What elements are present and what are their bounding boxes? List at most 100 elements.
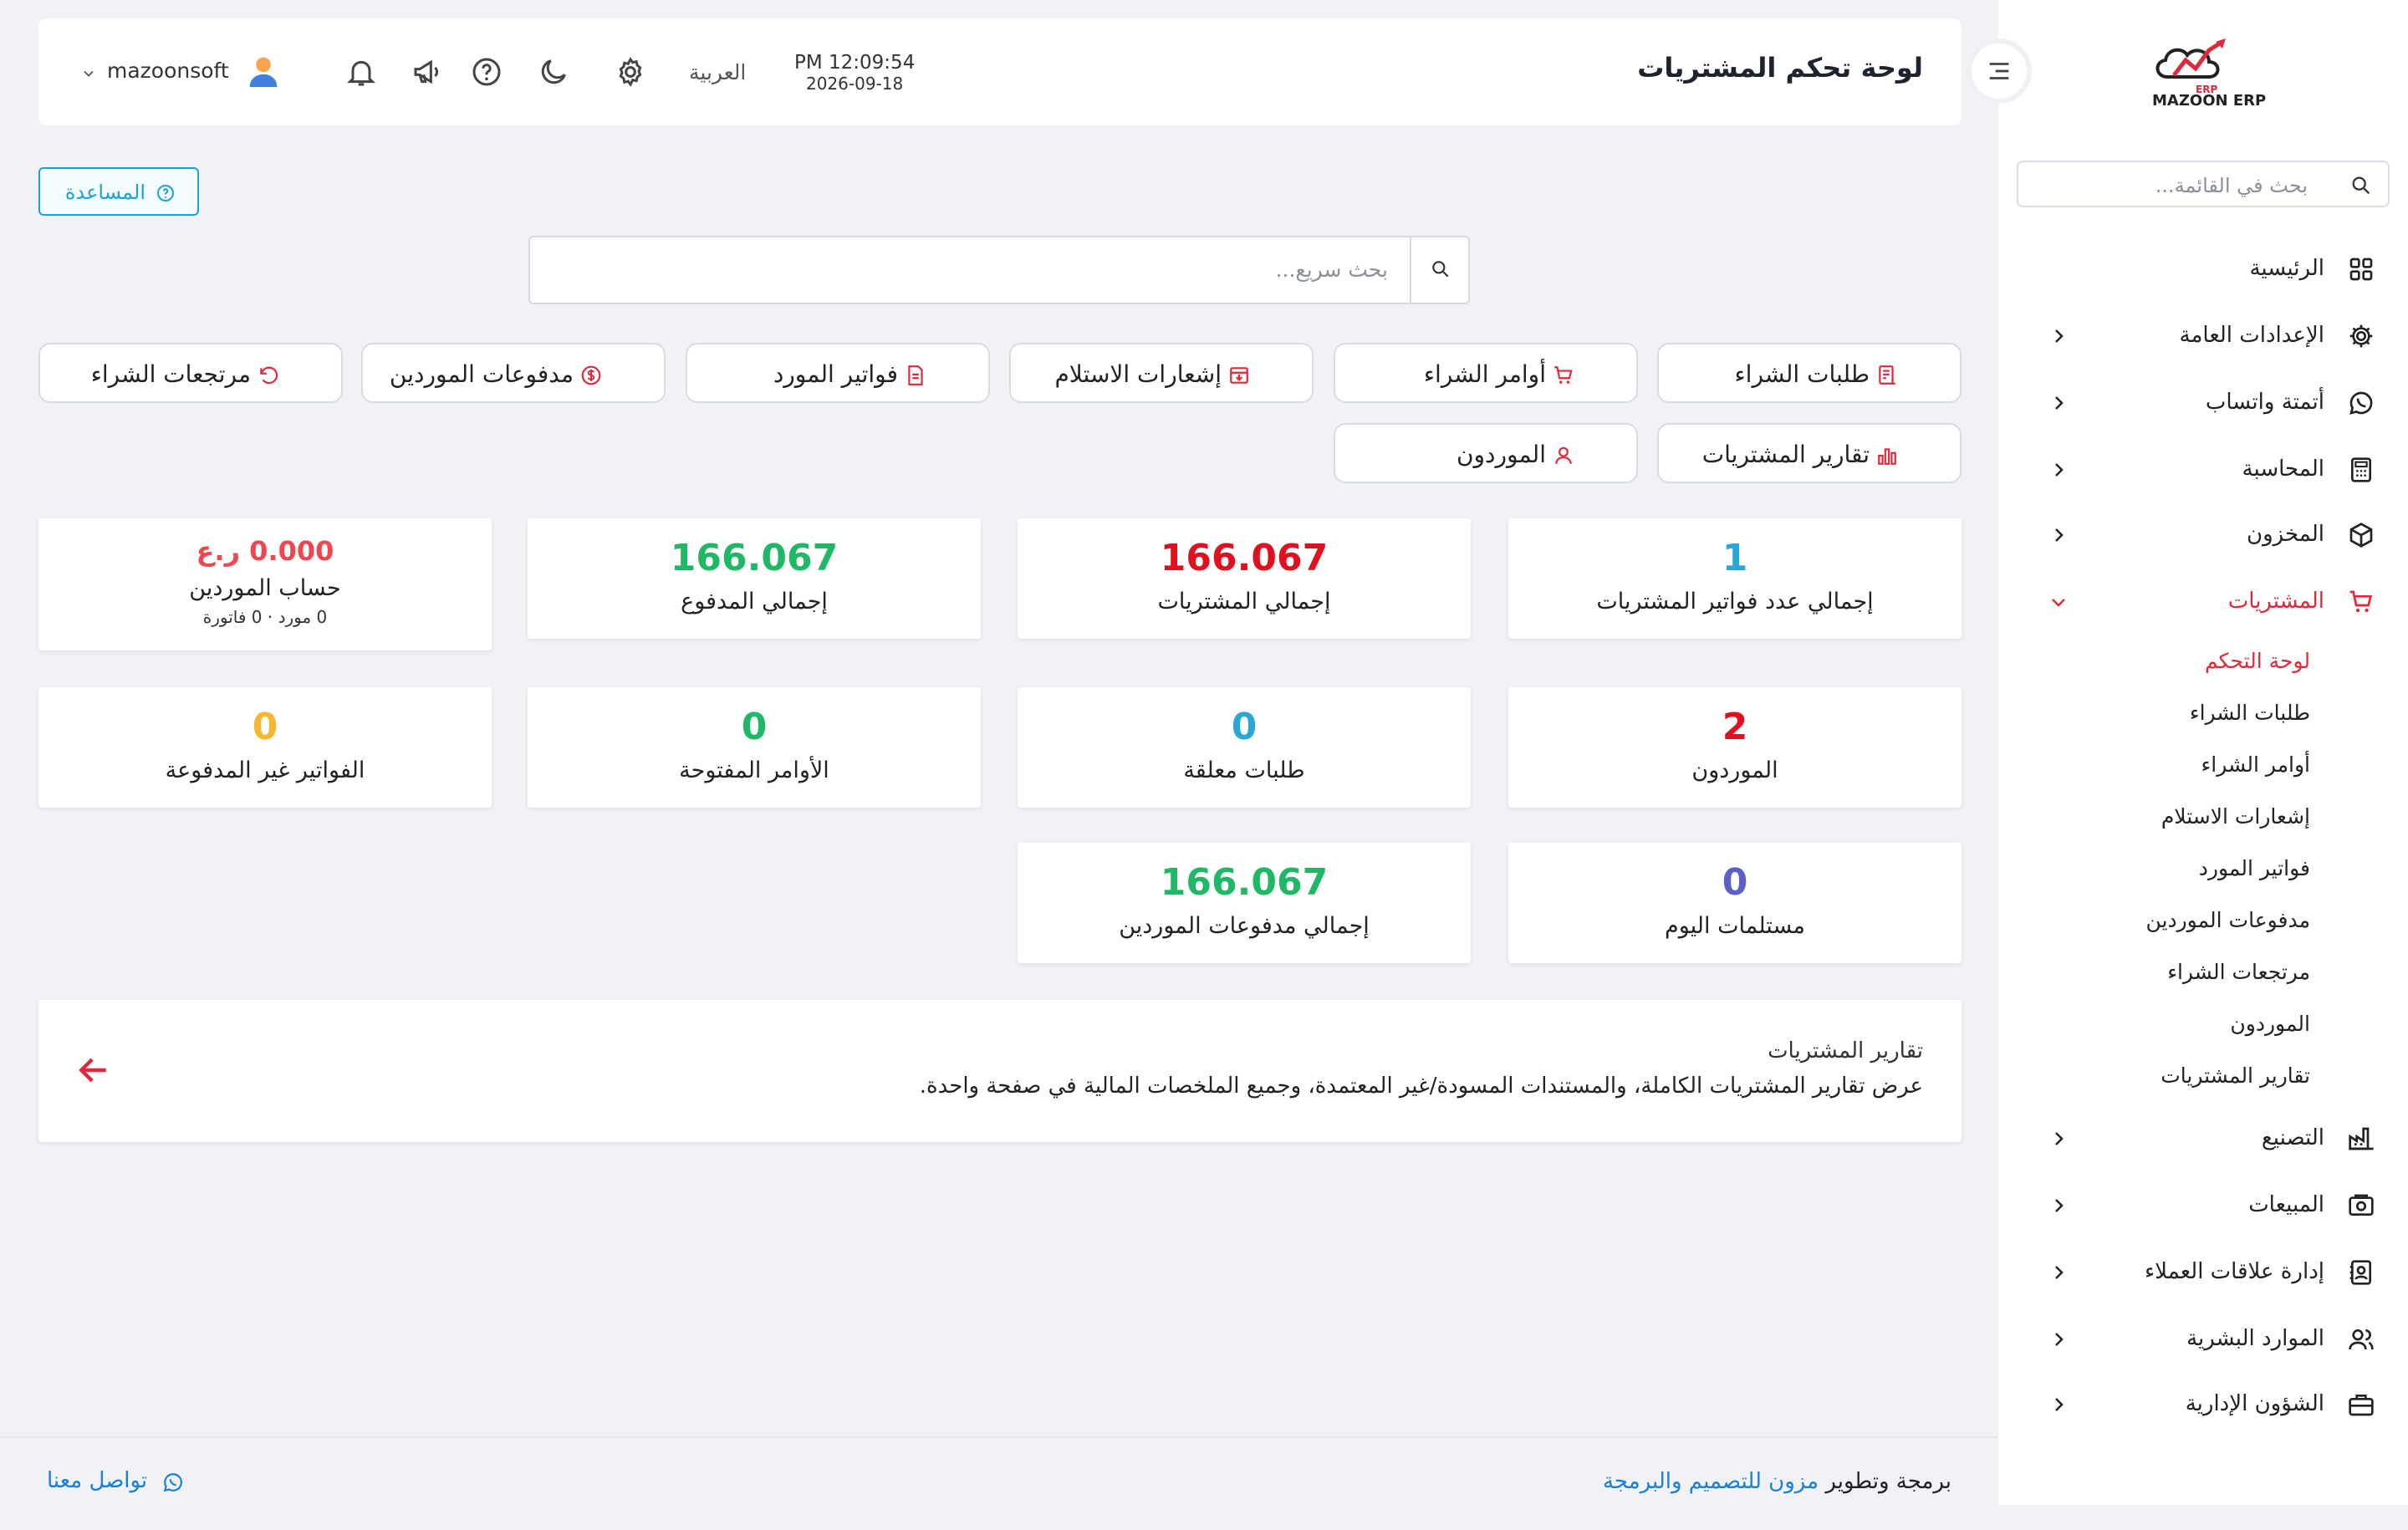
stat-sub-label: 0 مورد · 0 فاتورة: [202, 607, 328, 627]
sidebar-item-hr[interactable]: الموارد البشرية: [2023, 1314, 2375, 1364]
avatar[interactable]: [244, 52, 283, 90]
brand-logo[interactable]: ERP MAZOON ERP: [2149, 37, 2266, 112]
sidebar-item-label: أتمتة واتساب: [2205, 390, 2324, 415]
sidebar-subitem-supplier-payments[interactable]: مدفوعات الموردين: [2009, 908, 2310, 932]
sidebar-subitem-supplier-invoices[interactable]: فواتير المورد: [2009, 856, 2310, 880]
stat-label: الأوامر المفتوحة: [679, 757, 829, 783]
gear-icon: [2349, 324, 2373, 348]
sidebar-subitem-receipt-notes[interactable]: إشعارات الاستلام: [2009, 804, 2310, 829]
sidebar-item-settings[interactable]: الإعدادات العامة: [2023, 311, 2375, 361]
help-button[interactable]: المساعدة: [38, 167, 199, 216]
sidebar-subitem-dashboard[interactable]: لوحة التحكم: [2009, 649, 2310, 673]
footer-credit-link[interactable]: مزون للتصميم والبرمجة: [1603, 1469, 1819, 1494]
sidebar-item-administration[interactable]: الشؤون الإدارية: [2023, 1380, 2375, 1430]
stat-value: 0.000 ر.ع: [196, 535, 334, 567]
reports-card-title: تقارير المشتريات: [1768, 1038, 1923, 1063]
cart-icon: [1554, 366, 1573, 384]
quick-link-supplier-payments[interactable]: مدفوعات الموردين: [361, 343, 666, 403]
sidebar-item-crm[interactable]: إدارة علاقات العملاء: [2023, 1247, 2375, 1298]
username[interactable]: mazoonsoft: [107, 59, 229, 83]
sidebar-item-whatsapp[interactable]: أتمتة واتساب: [2023, 378, 2375, 428]
sidebar-item-manufacturing[interactable]: التصنيع: [2023, 1114, 2375, 1164]
quick-link-suppliers[interactable]: الموردون: [1334, 423, 1638, 483]
sidebar-subitem-purchase-reports[interactable]: تقارير المشتريات: [2009, 1063, 2310, 1088]
box-icon: [2349, 523, 2373, 548]
undo-icon: [260, 366, 278, 385]
sidebar-subitem-suppliers[interactable]: الموردون: [2009, 1012, 2310, 1036]
sidebar-item-accounting[interactable]: المحاسبة: [2023, 445, 2375, 495]
inbox-icon: [1230, 367, 1248, 384]
stat-card-pending-requests: 0 طلبات معلقة: [1018, 687, 1471, 808]
stat-label: إجمالي المشتريات: [1157, 589, 1331, 615]
chevron-left-icon: [2055, 1333, 2064, 1346]
dollar-icon: [581, 365, 601, 385]
sidebar-item-purchases[interactable]: المشتريات: [2023, 577, 2375, 627]
quick-search-input[interactable]: بحث سريع...: [528, 236, 1470, 304]
quick-link-label: أوامر الشراء: [1423, 360, 1546, 388]
quick-link-label: مدفوعات الموردين: [389, 360, 574, 388]
sidebar-subitem-purchase-requests[interactable]: طلبات الشراء: [2009, 701, 2310, 725]
sidebar-toggle-button[interactable]: [1967, 38, 2032, 104]
sidebar-item-inventory[interactable]: المخزون: [2023, 510, 2375, 560]
sidebar-subitem-purchase-orders[interactable]: أوامر الشراء: [2009, 752, 2310, 777]
search-icon: [1432, 261, 1449, 278]
sidebar-item-home[interactable]: الرئيسية: [2023, 244, 2375, 294]
stat-card-total-purchases: 166.067 إجمالي المشتريات: [1018, 518, 1471, 639]
sidebar-item-label: الإعدادات العامة: [2179, 323, 2324, 348]
stat-label: إجمالي المدفوع: [681, 589, 828, 615]
stat-label: الفواتير غير المدفوعة: [165, 757, 365, 783]
dark-mode-moon-icon[interactable]: [537, 55, 570, 89]
chevron-left-icon: [2055, 463, 2064, 477]
footer-divider: [0, 1436, 1998, 1438]
quick-link-label: مرتجعات الشراء: [90, 360, 251, 388]
stat-value: 166.067: [1160, 861, 1329, 904]
stat-value: 1: [1722, 537, 1748, 579]
quick-link-label: إشعارات الاستلام: [1054, 360, 1222, 388]
stat-card-total-invoices: 1 إجمالي عدد فواتير المشتريات: [1508, 518, 1962, 639]
quick-link-purchase-requests[interactable]: طلبات الشراء: [1657, 343, 1962, 403]
quick-link-receipt-notes[interactable]: إشعارات الاستلام: [1009, 343, 1314, 403]
bell-icon[interactable]: [344, 55, 378, 89]
stat-value: 0: [1722, 861, 1748, 904]
chevron-down-icon[interactable]: [80, 65, 97, 82]
chevron-left-icon: [2055, 1199, 2064, 1212]
sales-icon: [2349, 1194, 2374, 1216]
language-switcher[interactable]: العربية: [689, 60, 746, 84]
help-circle-icon: [157, 185, 174, 201]
chevron-left-icon: [2055, 1132, 2064, 1145]
quick-link-purchase-returns[interactable]: مرتجعات الشراء: [38, 343, 343, 403]
sidebar-subitem-purchase-returns[interactable]: مرتجعات الشراء: [2009, 960, 2310, 984]
sidebar-item-label: الموارد البشرية: [2186, 1326, 2324, 1351]
logo-mark-icon: [2155, 38, 2226, 79]
sidebar-item-label: إدارة علاقات العملاء: [2144, 1259, 2324, 1284]
sidebar-search-input[interactable]: بحث في القائمة...: [2017, 161, 2390, 207]
arrow-left-icon[interactable]: [75, 1052, 112, 1089]
cart-icon: [2349, 590, 2373, 613]
chevron-down-icon: [2052, 599, 2065, 607]
sidebar-item-sales[interactable]: المبيعات: [2023, 1181, 2375, 1231]
stat-value: 0: [252, 706, 278, 748]
stat-card-open-orders: 0 الأوامر المفتوحة: [528, 687, 981, 808]
quick-link-purchase-reports[interactable]: تقارير المشتريات: [1657, 423, 1962, 483]
chevron-left-icon: [2055, 396, 2064, 410]
quick-link-label: طلبات الشراء: [1734, 360, 1870, 388]
purchase-reports-card[interactable]: تقارير المشتريات عرض تقارير المشتريات ال…: [38, 1000, 1962, 1142]
stat-label: حساب الموردين: [189, 575, 341, 601]
quick-link-label: فواتير المورد: [773, 360, 898, 388]
stat-label: إجمالي عدد فواتير المشتريات: [1596, 589, 1874, 615]
help-circle-icon[interactable]: [470, 55, 503, 89]
quick-search-button[interactable]: [1410, 237, 1468, 303]
stat-value: 0: [741, 706, 768, 748]
sidebar-item-label: المشتريات: [2227, 589, 2324, 614]
quick-link-purchase-orders[interactable]: أوامر الشراء: [1334, 343, 1638, 403]
stat-label: الموردون: [1691, 757, 1778, 783]
stat-value: 0: [1231, 706, 1258, 748]
contact-us-link[interactable]: تواصل معنا: [47, 1468, 182, 1497]
stat-label: طلبات معلقة: [1183, 757, 1305, 783]
top-bar: لوحة تحكم المشتريات PM 12:09:54 2026-09-…: [38, 18, 1962, 125]
quick-link-supplier-invoices[interactable]: فواتير المورد: [686, 343, 990, 403]
megaphone-icon[interactable]: [411, 55, 445, 89]
briefcase-icon: [2349, 1395, 2374, 1416]
stat-label: مستلمات اليوم: [1664, 913, 1805, 939]
gear-icon[interactable]: [614, 55, 647, 89]
